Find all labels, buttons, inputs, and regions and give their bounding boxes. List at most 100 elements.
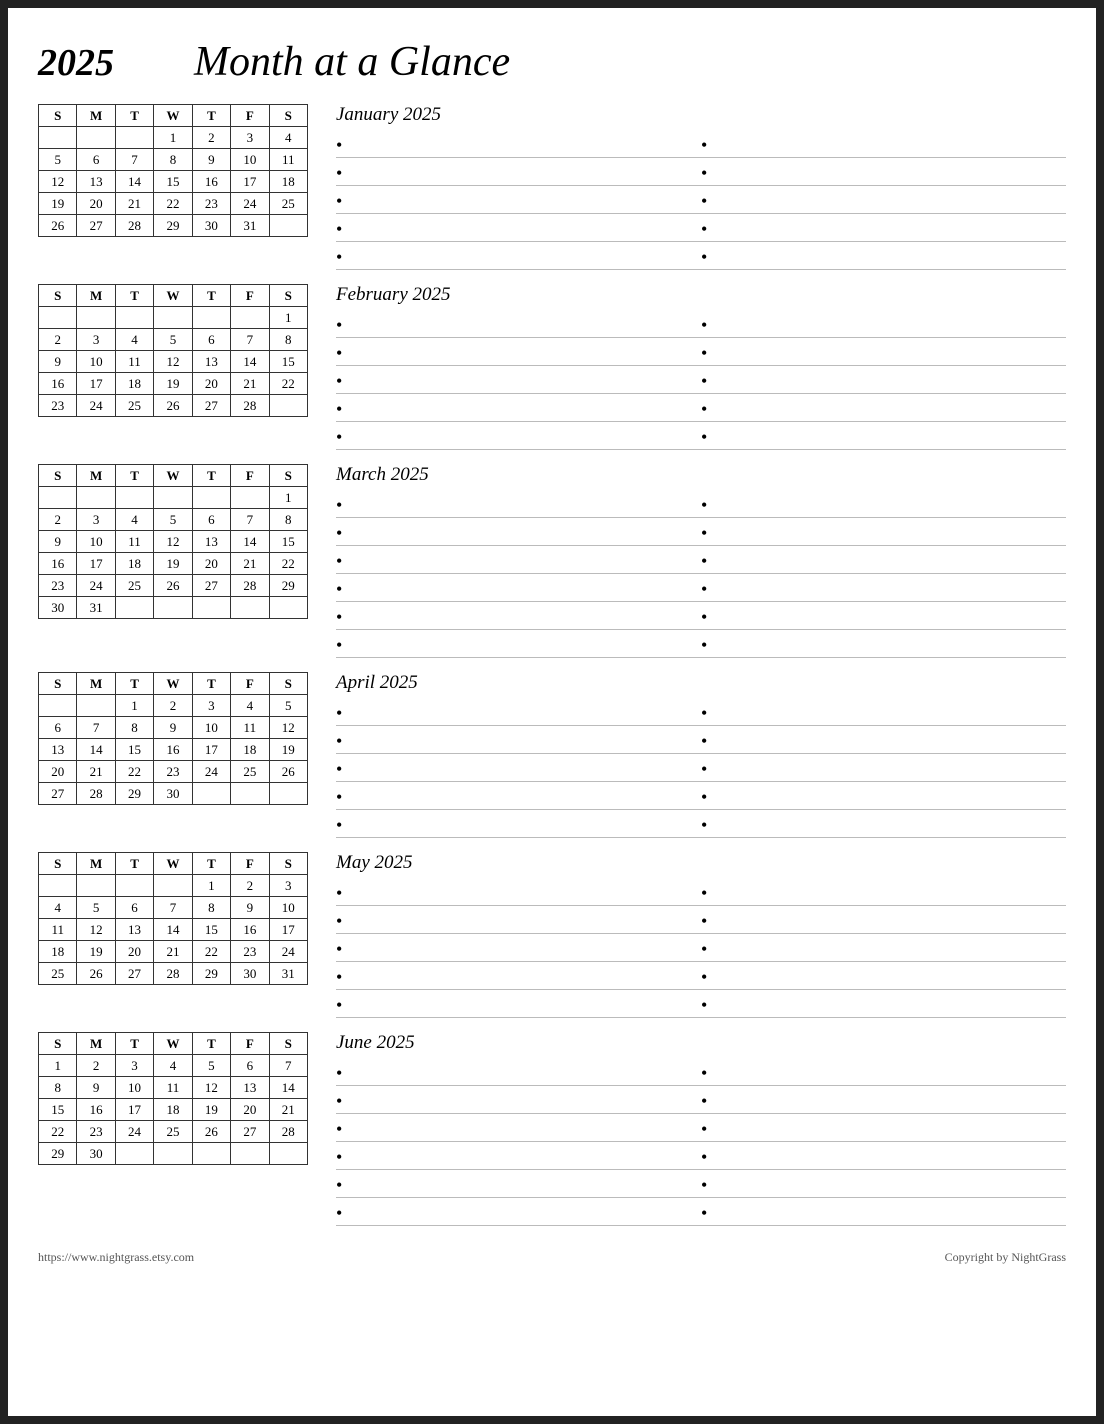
- bullet-right: •: [701, 552, 1066, 573]
- calendar-day: [231, 1143, 269, 1165]
- calendar-day: 1: [269, 487, 307, 509]
- day-header: T: [115, 1033, 153, 1055]
- bullet-rows: ••••••••••: [336, 130, 1066, 270]
- bullet-row: ••: [336, 1086, 1066, 1114]
- calendar-day: [192, 1143, 230, 1165]
- bullet-right: •: [701, 636, 1066, 657]
- calendar-day: 1: [154, 127, 192, 149]
- bullet-dot-left: •: [336, 344, 342, 362]
- calendar-day: [115, 597, 153, 619]
- calendar-day: 7: [77, 717, 115, 739]
- bullet-dot-left: •: [336, 524, 342, 542]
- bullet-left: •: [336, 428, 701, 449]
- bullet-dot-left: •: [336, 316, 342, 334]
- bullet-dot-right: •: [701, 1120, 707, 1138]
- month-name: January 2025: [336, 104, 1066, 126]
- page-header: 2025 Month at a Glance: [38, 38, 1066, 86]
- day-header: S: [269, 1033, 307, 1055]
- main-title: Month at a Glance: [194, 38, 510, 86]
- bullet-dot-left: •: [336, 220, 342, 238]
- day-header: M: [77, 285, 115, 307]
- month-block: SMTWTFS123456789101112131415161718192021…: [38, 464, 1066, 658]
- bullet-dot-right: •: [701, 372, 707, 390]
- month-right: April 2025••••••••••: [336, 672, 1066, 838]
- bullet-row: ••: [336, 394, 1066, 422]
- bullet-left: •: [336, 1176, 701, 1197]
- calendar-day: [115, 307, 153, 329]
- bullet-left: •: [336, 760, 701, 781]
- calendar-day: 21: [231, 553, 269, 575]
- calendar-day: 27: [231, 1121, 269, 1143]
- bullet-right: •: [701, 760, 1066, 781]
- month-name: April 2025: [336, 672, 1066, 694]
- calendar-day: 11: [39, 919, 77, 941]
- calendar-day: 6: [77, 149, 115, 171]
- calendar-day: 28: [269, 1121, 307, 1143]
- bullet-left: •: [336, 732, 701, 753]
- calendar-day: 30: [39, 597, 77, 619]
- bullet-dot-right: •: [701, 524, 707, 542]
- calendar-day: 17: [77, 553, 115, 575]
- calendar-day: 9: [154, 717, 192, 739]
- day-header: T: [115, 285, 153, 307]
- bullet-dot-right: •: [701, 996, 707, 1014]
- calendar-day: 22: [269, 553, 307, 575]
- bullet-right: •: [701, 1176, 1066, 1197]
- month-block: SMTWTFS123456789101112131415161718192021…: [38, 672, 1066, 838]
- calendar-day: 12: [39, 171, 77, 193]
- calendar-day: 26: [39, 215, 77, 237]
- bullet-dot-right: •: [701, 192, 707, 210]
- calendar-day: [39, 127, 77, 149]
- calendar-day: 29: [39, 1143, 77, 1165]
- footer-copyright: Copyright by NightGrass: [945, 1250, 1066, 1265]
- calendar-day: 25: [115, 395, 153, 417]
- bullet-dot-right: •: [701, 220, 707, 238]
- bullet-dot-right: •: [701, 788, 707, 806]
- bullet-left: •: [336, 636, 701, 657]
- month-right: February 2025••••••••••: [336, 284, 1066, 450]
- bullet-dot-left: •: [336, 164, 342, 182]
- mini-calendar: SMTWTFS123456789101112131415161718192021…: [38, 104, 308, 237]
- calendar-day: 24: [192, 761, 230, 783]
- calendar-day: 26: [269, 761, 307, 783]
- calendar-day: 28: [231, 395, 269, 417]
- bullet-row: ••: [336, 810, 1066, 838]
- calendar-day: 7: [269, 1055, 307, 1077]
- calendar-day: 3: [231, 127, 269, 149]
- calendar-day: 8: [154, 149, 192, 171]
- day-header: F: [231, 1033, 269, 1055]
- bullet-dot-right: •: [701, 940, 707, 958]
- calendar-day: 17: [269, 919, 307, 941]
- calendar-day: 1: [269, 307, 307, 329]
- day-header: S: [39, 285, 77, 307]
- bullet-right: •: [701, 192, 1066, 213]
- bullet-right: •: [701, 608, 1066, 629]
- bullet-dot-left: •: [336, 1204, 342, 1222]
- day-header: W: [154, 105, 192, 127]
- calendar-day: 19: [77, 941, 115, 963]
- bullet-row: ••: [336, 1058, 1066, 1086]
- calendar-day: 29: [269, 575, 307, 597]
- calendar-day: 23: [77, 1121, 115, 1143]
- bullet-dot-right: •: [701, 428, 707, 446]
- calendar-day: 20: [192, 553, 230, 575]
- calendar-day: [192, 487, 230, 509]
- calendar-day: [269, 597, 307, 619]
- calendar-day: 13: [77, 171, 115, 193]
- calendar-day: 15: [192, 919, 230, 941]
- day-header: S: [269, 673, 307, 695]
- bullet-dot-left: •: [336, 1120, 342, 1138]
- bullet-dot-right: •: [701, 164, 707, 182]
- bullet-rows: ••••••••••: [336, 878, 1066, 1018]
- bullet-row: ••: [336, 242, 1066, 270]
- calendar-day: 8: [269, 329, 307, 351]
- bullet-right: •: [701, 912, 1066, 933]
- bullet-right: •: [701, 220, 1066, 241]
- calendar-day: [269, 215, 307, 237]
- calendar-day: 17: [192, 739, 230, 761]
- bullet-row: ••: [336, 158, 1066, 186]
- bullet-dot-left: •: [336, 1148, 342, 1166]
- calendar-day: 5: [154, 509, 192, 531]
- calendar-day: [231, 307, 269, 329]
- calendar-day: 26: [154, 575, 192, 597]
